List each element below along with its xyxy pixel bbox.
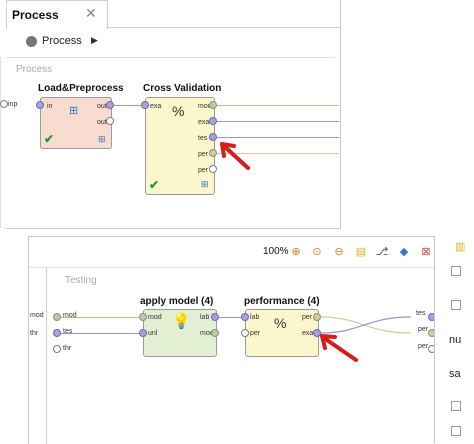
operator-apply-model[interactable]: mod unl lab mod 💡 bbox=[143, 309, 217, 357]
status-ok-check-icon: ✔ bbox=[149, 178, 160, 192]
port-label-per-out: per bbox=[302, 314, 313, 321]
inner-label-thr: thr bbox=[63, 345, 72, 352]
port-label-per-2: per bbox=[198, 167, 209, 174]
lightbulb-icon: 💡 bbox=[172, 313, 191, 330]
percent-performance-icon: % bbox=[274, 315, 287, 331]
zoom-fit-icon[interactable]: ⊙ bbox=[310, 245, 324, 259]
breadcrumb-label: Process bbox=[42, 35, 82, 47]
operator-load-body[interactable]: in out out ⊞ ✔ ⊞ bbox=[40, 97, 112, 149]
zoom-level: 100% bbox=[263, 246, 289, 257]
tab-strip-divider bbox=[106, 27, 340, 28]
port-label-lab: lab bbox=[200, 314, 210, 321]
breadcrumb[interactable]: Process ▶ bbox=[22, 33, 99, 51]
subprocess-indicator-icon: ⊞ bbox=[201, 179, 209, 189]
parameter-checkbox-1[interactable] bbox=[451, 266, 461, 276]
outer-label-mod: mod bbox=[30, 312, 44, 319]
subprocess-tree-icon: ⊞ bbox=[69, 105, 79, 117]
apply-input-port-unl[interactable] bbox=[139, 329, 147, 337]
subprocess-indicator-icon: ⊞ bbox=[98, 134, 106, 144]
inner-port-tes[interactable] bbox=[53, 329, 61, 337]
zoom-in-icon[interactable]: ⊕ bbox=[289, 245, 303, 259]
cv-output-port-per-2[interactable] bbox=[209, 165, 217, 173]
auto-wire-icon[interactable]: ⎇ bbox=[375, 245, 389, 259]
perf-input-port-lab[interactable] bbox=[241, 313, 249, 321]
port-label-exa-out: exa bbox=[198, 119, 210, 126]
load-output-port-1[interactable] bbox=[106, 101, 114, 109]
status-ok-check-icon: ✔ bbox=[44, 132, 55, 146]
arrange-operators-icon[interactable]: ⊠ bbox=[419, 245, 433, 259]
toolbar-divider bbox=[29, 267, 435, 268]
parameter-checkbox-3[interactable] bbox=[451, 401, 461, 411]
operator-performance[interactable]: lab per per exa % bbox=[245, 309, 319, 357]
inner-port-thr[interactable] bbox=[53, 345, 61, 353]
cv-output-port-mod[interactable] bbox=[209, 101, 217, 109]
parameters-side-panel: ▥ nu sa bbox=[434, 236, 474, 443]
order-operators-icon[interactable]: ◆ bbox=[397, 245, 411, 259]
annotation-arrow-top bbox=[220, 142, 250, 170]
operator-title-performance: performance (4) bbox=[244, 296, 320, 307]
port-label-exa-in: exa bbox=[150, 103, 162, 110]
parameter-checkbox-2[interactable] bbox=[451, 300, 461, 310]
canvas-top-divider bbox=[6, 57, 334, 58]
add-note-icon[interactable]: ▤ bbox=[354, 245, 368, 259]
chevron-right-icon[interactable]: ▶ bbox=[91, 35, 98, 46]
load-input-port[interactable] bbox=[36, 101, 44, 109]
connection-apply-to-perf bbox=[219, 317, 241, 318]
cv-output-port-per-1[interactable] bbox=[209, 149, 217, 157]
process-input-port[interactable] bbox=[0, 100, 8, 108]
zoom-out-icon[interactable]: ⊖ bbox=[332, 245, 346, 259]
load-output-port-2[interactable] bbox=[106, 117, 114, 125]
port-label-tes: tes bbox=[198, 135, 208, 142]
parameter-panel-icon: ▥ bbox=[455, 241, 466, 253]
perf-output-port-per[interactable] bbox=[313, 313, 321, 321]
connection-mod-to-apply bbox=[61, 317, 139, 318]
canvas-area-title: Testing bbox=[65, 275, 97, 286]
port-label-unl: unl bbox=[148, 330, 158, 337]
connection-load-to-cv bbox=[114, 105, 142, 106]
cv-input-port-exa[interactable] bbox=[141, 101, 149, 109]
testing-panel: 100% ⊕ ⊙ ⊖ ▤ ⎇ ◆ ⊠ Testing bbox=[28, 236, 435, 444]
port-label-lab-in: lab bbox=[250, 314, 260, 321]
tab-process-label: Process bbox=[12, 8, 59, 22]
connection-mod-out bbox=[217, 105, 339, 106]
inner-right-label-per-1: per bbox=[418, 326, 429, 333]
apply-output-port-lab[interactable] bbox=[211, 313, 219, 321]
tab-process[interactable]: Process ✕ bbox=[6, 0, 108, 29]
perf-input-port-per[interactable] bbox=[241, 329, 249, 337]
inner-port-mod[interactable] bbox=[53, 313, 61, 321]
parameter-checkbox-4[interactable] bbox=[451, 426, 461, 436]
port-label-per-in: per bbox=[250, 330, 261, 337]
canvas-area-title: Process bbox=[16, 64, 53, 75]
connection-tes-to-apply bbox=[61, 333, 139, 334]
port-label-mod-in: mod bbox=[148, 314, 162, 321]
apply-input-port-mod[interactable] bbox=[139, 313, 147, 321]
outer-label-thr: thr bbox=[30, 330, 39, 337]
operator-title-load: Load&Preprocess bbox=[38, 83, 124, 94]
annotation-arrow-bottom bbox=[320, 334, 358, 362]
inner-right-label-tes: tes bbox=[416, 310, 426, 317]
process-input-label: inp bbox=[8, 101, 18, 108]
connection-exa-out bbox=[217, 121, 339, 122]
cv-output-port-exa[interactable] bbox=[209, 117, 217, 125]
inner-port-ruler bbox=[46, 268, 47, 444]
inner-right-label-per-2: per bbox=[418, 343, 429, 350]
port-label-per-1: per bbox=[198, 151, 209, 158]
operator-cross-validation[interactable]: exa mod exa tes per per % ✔ ⊞ bbox=[145, 97, 215, 195]
operator-title-apply: apply model (4) bbox=[140, 296, 214, 307]
canvas-left-edge bbox=[0, 57, 1, 228]
percent-validation-icon: % bbox=[172, 103, 185, 119]
cv-output-port-tes[interactable] bbox=[209, 133, 217, 141]
process-root-icon bbox=[26, 36, 37, 47]
close-icon[interactable]: ✕ bbox=[85, 5, 97, 22]
port-label-exa-out: exa bbox=[302, 330, 314, 337]
apply-output-port-mod[interactable] bbox=[211, 329, 219, 337]
port-label-in: in bbox=[47, 103, 53, 110]
parameter-label-sa: sa bbox=[449, 368, 461, 380]
parameter-label-nu: nu bbox=[449, 334, 462, 346]
operator-title-cv: Cross Validation bbox=[143, 83, 222, 94]
